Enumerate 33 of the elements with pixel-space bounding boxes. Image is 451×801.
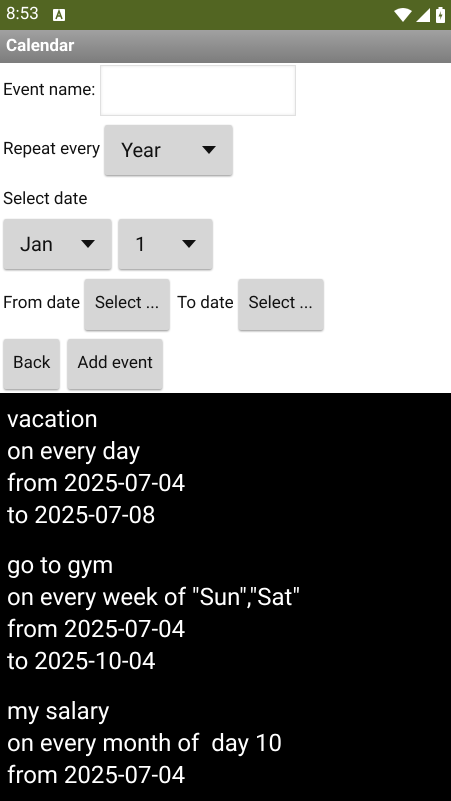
event-text: to 2025-07-08 [7, 500, 156, 531]
event-text: from 2025-07-04 [7, 760, 186, 791]
event-text: on every month of day 10 [7, 728, 283, 759]
status-time: 8:53 [6, 3, 39, 26]
field-label: To date [177, 292, 234, 316]
wifi-icon [394, 8, 412, 22]
field-label: Event name: [3, 78, 96, 102]
event-text: from 2025-07-04 [7, 468, 186, 499]
dropdown[interactable]: 1 [119, 218, 212, 268]
notification-icon [52, 9, 65, 21]
dropdown[interactable]: Jan [4, 218, 111, 268]
app-title: Calendar [6, 34, 74, 58]
event-text: go to gym [7, 550, 114, 581]
caret-icon [81, 240, 95, 248]
back-button[interactable]: Back [4, 338, 60, 388]
signal-icon [416, 8, 430, 22]
event-text: on every week of "Sun","Sat" [7, 582, 302, 613]
field-label: From date [3, 292, 80, 316]
caret-icon [202, 146, 216, 154]
event-text: to 2025-10-04 [7, 646, 156, 677]
field-label: Repeat every [3, 138, 100, 162]
event-text: on every day [7, 436, 142, 467]
add-event-button[interactable]: Add event [68, 338, 162, 388]
battery-icon [436, 7, 445, 23]
date-picker-button[interactable]: Select ... [85, 278, 170, 330]
field-label: Select date [2, 188, 88, 211]
event-name-field[interactable] [100, 65, 296, 116]
dropdown[interactable]: Year [105, 125, 232, 175]
date-picker-button[interactable]: Select ... [238, 278, 323, 330]
event-text: from 2025-07-04 [7, 614, 186, 645]
event-text: my salary [7, 696, 110, 727]
event-text: vacation [7, 404, 99, 435]
caret-icon [182, 240, 196, 248]
